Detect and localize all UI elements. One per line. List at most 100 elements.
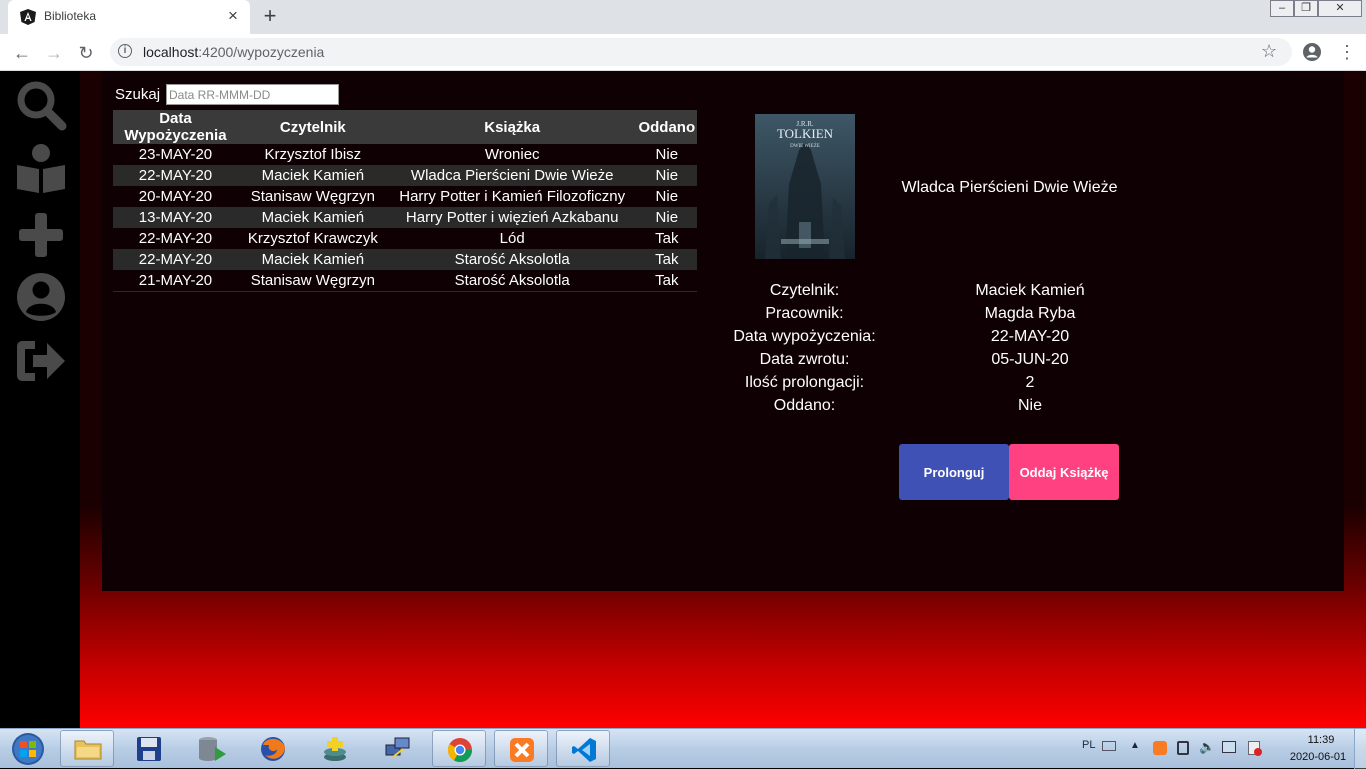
cell-reader: Maciek Kamień xyxy=(237,207,388,228)
url-text[interactable]: localhost:4200/wypozyczenia xyxy=(143,44,324,60)
taskbar: PL ▲ 🔈 11:39 2020-06-01 xyxy=(0,728,1366,769)
detail-prolongations: Ilość prolongacji: 2 xyxy=(722,374,1322,397)
table-row[interactable]: 22-MAY-20 Maciek Kamień Wladca Pierścien… xyxy=(113,165,697,186)
vscode-icon xyxy=(572,738,596,762)
page-viewport: Szukaj Data Wypożyczenia Czytelnik Książ… xyxy=(0,71,1366,728)
network-computer-icon xyxy=(385,737,410,758)
logout-icon[interactable] xyxy=(15,335,67,387)
minimize-icon[interactable]: – xyxy=(1270,0,1294,17)
close-window-icon[interactable]: ✕ xyxy=(1318,0,1362,17)
cell-book: Lód xyxy=(387,228,637,249)
xampp-tray-icon[interactable] xyxy=(1153,741,1167,755)
browser-tab[interactable]: Biblioteka × xyxy=(8,0,250,34)
network-tray-icon[interactable] xyxy=(1222,741,1236,753)
keyboard-icon[interactable] xyxy=(1102,741,1116,751)
cell-book: Harry Potter i więzień Azkabanu xyxy=(387,207,637,228)
cell-reader: Maciek Kamień xyxy=(237,165,388,186)
detail-value: Nie xyxy=(1017,397,1042,414)
detail-label: Czytelnik: xyxy=(769,282,840,299)
column-header-loan-date[interactable]: Data Wypożyczenia xyxy=(113,110,238,144)
back-icon[interactable]: ← xyxy=(8,39,36,67)
detail-value: Magda Ryba xyxy=(984,305,1076,322)
cell-returned: Tak xyxy=(636,270,697,292)
detail-value: 05-JUN-20 xyxy=(991,351,1069,368)
cell-loan-date: 22-MAY-20 xyxy=(113,165,238,186)
address-bar[interactable]: i localhost:4200/wypozyczenia ☆ xyxy=(110,38,1292,66)
search-icon[interactable] xyxy=(15,79,67,131)
detail-value: Maciek Kamień xyxy=(975,282,1085,299)
taskbar-chrome[interactable] xyxy=(432,730,486,767)
table-row[interactable]: 21-MAY-20 Stanisaw Węgrzyn Starość Aksol… xyxy=(113,270,697,292)
table-row[interactable]: 20-MAY-20 Stanisaw Węgrzyn Harry Potter … xyxy=(113,186,697,207)
detail-loan-date: Data wypożyczenia: 22-MAY-20 xyxy=(722,328,1322,351)
taskbar-explorer[interactable] xyxy=(60,730,114,767)
detail-label: Pracownik: xyxy=(765,305,844,322)
tab-title: Biblioteka xyxy=(44,9,97,23)
detail-employee: Pracownik: Magda Ryba xyxy=(722,305,1322,328)
table-row[interactable]: 23-MAY-20 Krzysztof Ibisz Wroniec Nie xyxy=(113,144,697,165)
table-row[interactable]: 13-MAY-20 Maciek Kamień Harry Potter i w… xyxy=(113,207,697,228)
cell-loan-date: 23-MAY-20 xyxy=(113,144,238,165)
table-header-row: Data Wypożyczenia Czytelnik Książka Odda… xyxy=(113,110,697,144)
cell-loan-date: 22-MAY-20 xyxy=(113,249,238,270)
clock-time[interactable]: 11:39 xyxy=(1296,734,1346,746)
detail-label: Ilość prolongacji: xyxy=(744,374,865,391)
bookmark-star-icon[interactable]: ☆ xyxy=(1261,41,1277,62)
taskbar-database-app[interactable] xyxy=(184,730,238,767)
detail-label: Oddano: xyxy=(773,397,836,414)
column-header-returned[interactable]: Oddano xyxy=(636,110,697,144)
detail-label: Data wypożyczenia: xyxy=(733,328,876,345)
selected-book-title: Wladca Pierścieni Dwie Wieże xyxy=(901,179,1118,196)
start-button-icon[interactable] xyxy=(6,731,50,767)
volume-icon[interactable]: 🔈 xyxy=(1199,739,1215,755)
cell-loan-date: 20-MAY-20 xyxy=(113,186,238,207)
taskbar-firefox[interactable] xyxy=(246,730,300,767)
cell-book: Wroniec xyxy=(387,144,637,165)
taskbar-save-app[interactable] xyxy=(122,730,176,767)
main-panel: Szukaj Data Wypożyczenia Czytelnik Książ… xyxy=(102,71,1344,591)
database-icon xyxy=(199,737,226,761)
usb-tray-icon[interactable] xyxy=(1177,741,1189,755)
clock-date[interactable]: 2020-06-01 xyxy=(1278,751,1358,763)
browser-toolbar: ← → ↻ i localhost:4200/wypozyczenia ☆ xyxy=(0,34,1366,71)
svg-text:TOLKIEN: TOLKIEN xyxy=(777,126,834,141)
site-info-icon[interactable]: i xyxy=(118,44,132,58)
show-desktop-button[interactable] xyxy=(1354,729,1366,769)
table-row[interactable]: 22-MAY-20 Krzysztof Krawczyk Lód Tak xyxy=(113,228,697,249)
firefox-icon xyxy=(261,737,285,761)
tray-expand-icon[interactable]: ▲ xyxy=(1130,740,1140,751)
new-tab-icon[interactable]: + xyxy=(258,5,282,29)
search-label: Szukaj xyxy=(115,86,161,103)
table-row[interactable]: 22-MAY-20 Maciek Kamień Starość Aksolotl… xyxy=(113,249,697,270)
maximize-icon[interactable]: ❐ xyxy=(1294,0,1318,17)
language-indicator[interactable]: PL xyxy=(1082,739,1095,751)
browser-menu-icon[interactable]: ⋮ xyxy=(1338,41,1356,63)
column-header-book[interactable]: Książka xyxy=(387,110,637,144)
plus-icon[interactable] xyxy=(15,209,67,261)
cell-reader: Stanisaw Węgrzyn xyxy=(237,186,388,207)
return-book-button[interactable]: Oddaj Książkę xyxy=(1009,444,1119,500)
close-tab-icon[interactable]: × xyxy=(224,7,242,25)
angular-favicon-icon xyxy=(20,9,36,25)
prolong-button[interactable]: Prolonguj xyxy=(899,444,1009,500)
reload-icon[interactable]: ↻ xyxy=(72,39,100,67)
user-circle-icon[interactable] xyxy=(15,271,67,323)
svg-text:DWIE WIEŻE: DWIE WIEŻE xyxy=(790,143,820,149)
book-reader-icon[interactable] xyxy=(15,143,67,195)
taskbar-coins-app[interactable] xyxy=(308,730,362,767)
forward-icon[interactable]: → xyxy=(40,39,68,67)
taskbar-network-app[interactable] xyxy=(370,730,424,767)
cell-returned: Nie xyxy=(636,186,697,207)
sidebar xyxy=(0,71,80,728)
window-controls: – ❐ ✕ xyxy=(1270,0,1364,18)
account-icon[interactable] xyxy=(1302,42,1322,62)
search-input[interactable] xyxy=(166,84,339,105)
taskbar-vscode[interactable] xyxy=(556,730,610,767)
taskbar-xampp[interactable] xyxy=(494,730,548,767)
cell-returned: Nie xyxy=(636,144,697,165)
column-header-reader[interactable]: Czytelnik xyxy=(237,110,388,144)
detail-returned: Oddano: Nie xyxy=(722,397,1322,420)
floppy-disk-icon xyxy=(137,737,161,761)
loans-table: Data Wypożyczenia Czytelnik Książka Odda… xyxy=(113,110,697,292)
coins-stack-icon xyxy=(324,737,346,761)
